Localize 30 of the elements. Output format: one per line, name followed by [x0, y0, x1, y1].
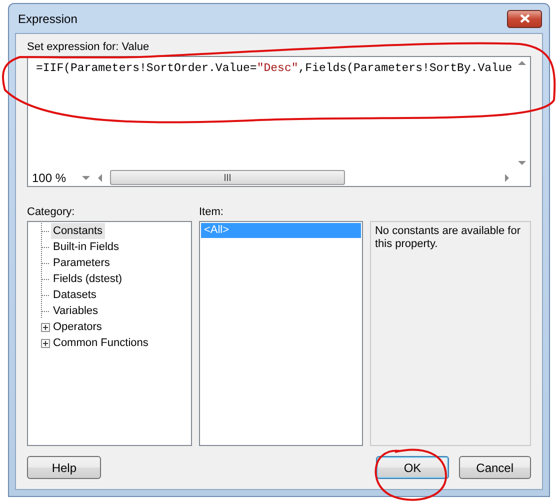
close-button[interactable] [507, 10, 542, 28]
category-item[interactable]: Built-in Fields [51, 239, 122, 255]
scroll-up-arrow-icon[interactable] [518, 61, 526, 65]
expand-icon[interactable] [40, 322, 50, 332]
category-item[interactable]: Constants [51, 223, 105, 239]
category-item[interactable]: Fields (dstest) [51, 271, 124, 287]
window-title: Expression [17, 12, 78, 26]
expression-text: =IIF(Parameters!SortOrder.Value="Desc",Fields(Parameters!SortBy.Value [36, 62, 512, 75]
grip-icon [224, 174, 231, 181]
category-item[interactable]: Parameters [51, 255, 112, 271]
scroll-left-arrow-icon[interactable] [98, 174, 102, 182]
dialog-button[interactable]: OK [376, 456, 449, 479]
scroll-down-arrow-icon[interactable] [518, 161, 526, 165]
category-item[interactable]: Operators [51, 319, 104, 335]
zoom-dropdown[interactable]: 100 % [28, 169, 94, 186]
close-icon [520, 14, 530, 23]
category-item[interactable]: Common Functions [51, 335, 150, 351]
dialog-button[interactable]: Help [27, 456, 102, 479]
category-item[interactable]: Variables [51, 303, 100, 319]
category-item[interactable]: Datasets [51, 287, 98, 303]
dropdown-caret-icon[interactable] [82, 176, 90, 180]
item-label: Item: [198, 205, 224, 219]
description-text: No constants are available for this property. [374, 225, 522, 251]
expression-label: Set expression for: Value [27, 40, 150, 54]
expand-icon[interactable] [40, 338, 50, 348]
dialog-button[interactable]: Cancel [458, 456, 532, 479]
expression-editor[interactable]: =IIF(Parameters!SortOrder.Value="Desc",Fields(Parameters!SortBy.Value 100 % [27, 56, 531, 187]
scroll-right-arrow-icon[interactable] [505, 174, 509, 182]
category-label: Category: [27, 205, 76, 219]
scrollbar-thumb[interactable] [110, 170, 345, 185]
